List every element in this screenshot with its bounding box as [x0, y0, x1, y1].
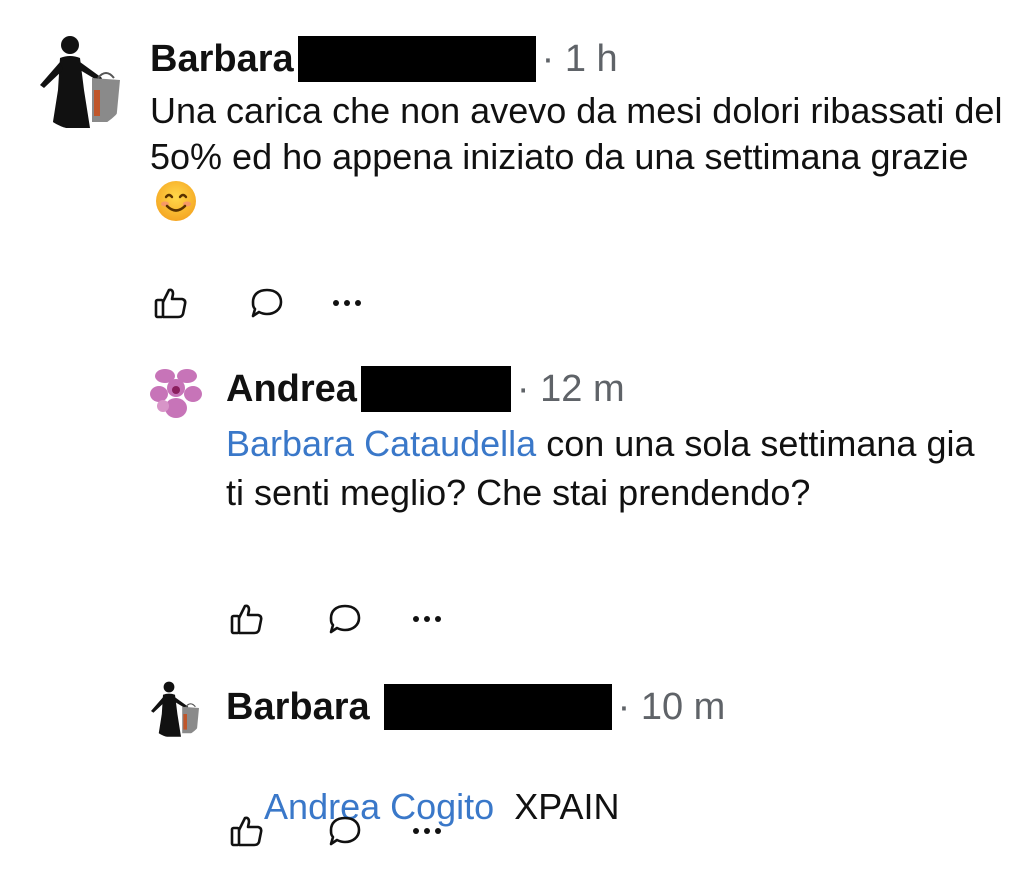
- reply-button[interactable]: [246, 282, 288, 324]
- redacted-surname: [297, 36, 536, 82]
- comment-text: Una carica che non avevo da mesi dolori …: [150, 88, 1010, 234]
- more-dots-icon: [333, 300, 361, 306]
- comment-barbara-1: Barbara · 1 h Una carica che non avevo d…: [0, 0, 1024, 330]
- speech-bubble-icon: [329, 604, 361, 634]
- author-name[interactable]: Barbara: [150, 38, 294, 81]
- reply-button[interactable]: [324, 810, 366, 852]
- comment-andrea-reply: Andrea · 12 m Barbara Cataudella con una…: [0, 350, 1024, 650]
- more-dots-icon: [413, 616, 441, 622]
- more-button[interactable]: [326, 282, 368, 324]
- orchid-flower-icon: [150, 369, 202, 418]
- avatar[interactable]: [145, 678, 205, 738]
- mention-link[interactable]: Barbara Cataudella: [226, 423, 536, 464]
- reply-button[interactable]: [324, 598, 366, 640]
- like-button[interactable]: [226, 810, 268, 852]
- thumbs-up-icon: [154, 288, 187, 319]
- woman-silhouette-icon: [151, 681, 199, 737]
- author-name[interactable]: Andrea: [226, 368, 357, 411]
- comment-actions: [226, 810, 448, 852]
- smiling-face-emoji-icon: [154, 179, 198, 234]
- comment-text: Barbara Cataudella con una sola settiman…: [226, 423, 975, 513]
- timestamp[interactable]: · 1 h: [542, 38, 618, 81]
- like-button[interactable]: [226, 598, 268, 640]
- comment-barbara-reply: Barbara · 10 m Andrea Cogito XPAIN: [0, 670, 1024, 856]
- avatar[interactable]: [145, 362, 207, 424]
- speech-bubble-icon: [329, 816, 361, 846]
- author-name[interactable]: Barbara: [226, 686, 370, 729]
- thumbs-up-icon: [230, 816, 263, 847]
- comment-header: Andrea · 12 m: [226, 366, 625, 412]
- comment-actions: [226, 598, 448, 640]
- like-button[interactable]: [150, 282, 192, 324]
- more-dots-icon: [413, 828, 441, 834]
- comment-header: Barbara · 10 m: [226, 684, 725, 730]
- redacted-surname: [383, 684, 612, 730]
- more-button[interactable]: [406, 810, 448, 852]
- thumbs-up-icon: [230, 604, 263, 635]
- timestamp[interactable]: · 12 m: [517, 368, 625, 411]
- comment-actions: [150, 282, 368, 324]
- more-button[interactable]: [406, 598, 448, 640]
- comment-text: Andrea Cogito XPAIN: [264, 785, 620, 827]
- woman-silhouette-icon: [40, 36, 120, 128]
- speech-bubble-icon: [251, 288, 283, 318]
- redacted-surname: [360, 366, 511, 412]
- avatar[interactable]: [30, 30, 130, 130]
- timestamp[interactable]: · 10 m: [618, 686, 726, 729]
- comment-header: Barbara · 1 h: [150, 36, 618, 82]
